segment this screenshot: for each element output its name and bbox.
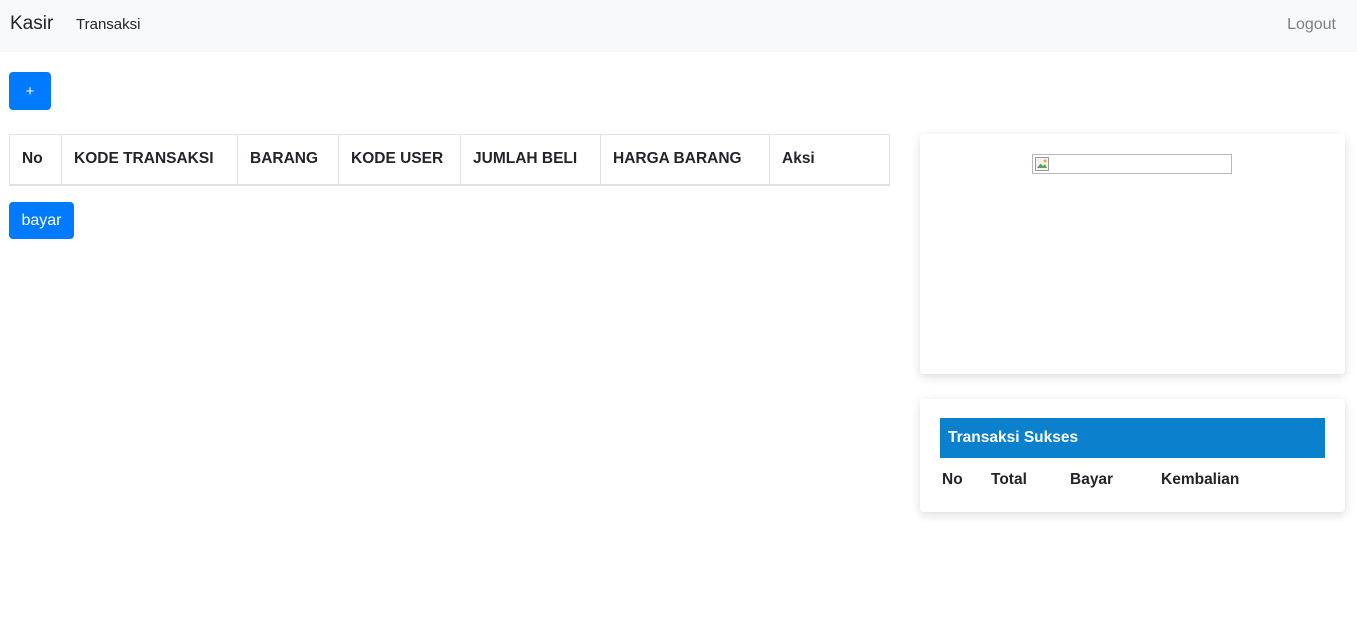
success-column-no: No [942,471,963,488]
image-placeholder [1032,154,1232,174]
transaction-table: No KODE TRANSAKSI BARANG KODE USER JUMLA… [9,134,890,186]
success-column-kembalian: Kembalian [1161,471,1240,488]
nav-link-transaksi[interactable]: Transaksi [76,16,140,33]
table-header-row: No KODE TRANSAKSI BARANG KODE USER JUMLA… [9,134,890,186]
pay-button[interactable]: bayar [9,202,74,239]
logout-link[interactable]: Logout [1287,16,1336,34]
broken-image-icon [1035,157,1049,171]
column-header-kode-user: KODE USER [338,134,461,186]
column-header-kode-transaksi: KODE TRANSAKSI [61,134,238,186]
column-header-barang: BARANG [237,134,339,186]
top-navbar: Kasir Transaksi Logout [0,0,1357,52]
column-header-jumlah-beli: JUMLAH BELI [460,134,601,186]
column-header-no: No [9,134,62,186]
success-transaction-card: Transaksi Sukses No Total Bayar Kembalia… [920,399,1345,512]
success-column-total: Total [991,471,1027,488]
add-transaction-button[interactable]: + [9,72,51,110]
column-header-harga-barang: HARGA BARANG [600,134,770,186]
column-header-aksi: Aksi [769,134,890,186]
brand-link[interactable]: Kasir [10,13,53,35]
success-card-title: Transaksi Sukses [940,418,1325,458]
image-card [920,134,1345,374]
success-column-bayar: Bayar [1070,471,1114,488]
